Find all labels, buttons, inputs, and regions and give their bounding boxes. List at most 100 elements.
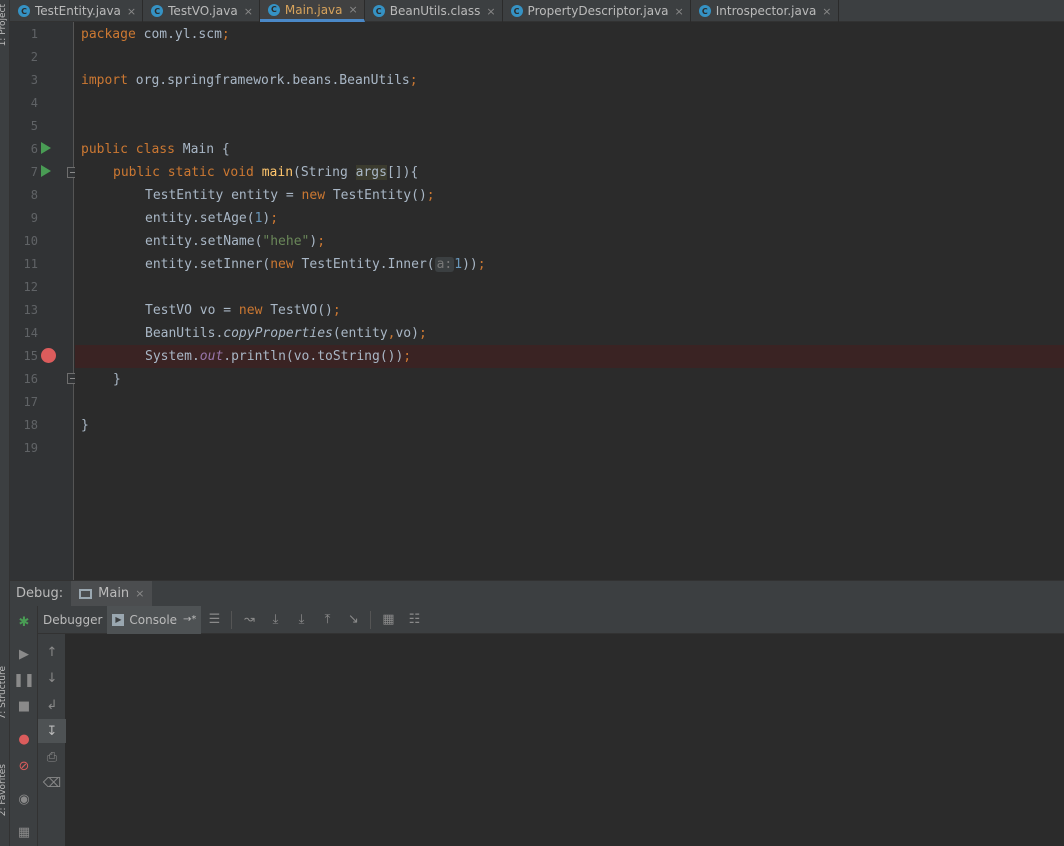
line-number: 14 [23, 326, 38, 340]
class-icon: C [18, 5, 30, 17]
mute-breakpoints-icon[interactable]: ⊘ [10, 754, 38, 778]
line-number: 5 [30, 119, 38, 133]
editor-gutter[interactable]: 1 2 3 4 5 6 7 8 9 10 11 12 13 14 15 16 1… [10, 22, 78, 580]
scroll-to-end-icon[interactable]: ↧ [38, 719, 66, 743]
tab-introspector[interactable]: C Introspector.java × [691, 0, 839, 22]
evaluate-expression-icon[interactable]: ▦ [375, 606, 401, 634]
line-number: 6 [30, 142, 38, 156]
restore-layout-icon[interactable]: →* [183, 614, 196, 625]
run-class-icon[interactable] [41, 142, 51, 154]
debug-tool-window-header: Debug: Main × [10, 580, 1064, 607]
line-number: 8 [30, 188, 38, 202]
tab-console[interactable]: ▶ Console →* [107, 605, 202, 634]
tab-label: TestVO.java [168, 4, 238, 18]
code-line-13: TestVO vo = new TestVO(); [145, 303, 341, 318]
line-number: 13 [23, 303, 38, 317]
step-into-icon[interactable]: ⤓ [288, 606, 314, 634]
trash-icon[interactable]: ⌫ [38, 771, 66, 795]
class-icon: C [372, 5, 385, 17]
debug-toolbar: Debugger ▶ Console →* ☰ ↝ ⤓ ⤓ ⤒ ↘ ▦ ☷ [38, 605, 1064, 634]
tab-beanutils[interactable]: C BeanUtils.class × [365, 0, 503, 22]
toolbar-separator [370, 610, 372, 629]
line-number: 7 [30, 165, 38, 179]
close-icon[interactable]: × [135, 587, 144, 600]
tab-main[interactable]: C Main.java × [259, 0, 365, 22]
toolbar-separator [231, 610, 233, 629]
tab-label: Main.java [284, 2, 343, 17]
parameter-hint: a: [434, 257, 455, 272]
line-number: 4 [30, 96, 38, 110]
code-line-15: System.out.println(vo.toString()); [145, 349, 412, 364]
debug-actions-toolbar: ✱ ▶ ❚❚ ■ ● ⊘ ◉ ▦ [10, 606, 38, 846]
breakpoint-icon[interactable] [41, 348, 56, 363]
class-icon: C [267, 3, 280, 16]
line-number: 17 [23, 395, 38, 409]
line-number: 18 [23, 418, 38, 432]
step-over-icon[interactable]: ⤓ [262, 606, 288, 634]
code-line-8: TestEntity entity = new TestEntity(); [145, 188, 435, 203]
trace-icon[interactable]: ☷ [401, 606, 427, 634]
tab-testvo[interactable]: C TestVO.java × [143, 0, 260, 22]
monitor-icon [79, 588, 93, 599]
code-line-6: public class Main { [81, 142, 230, 157]
arrow-down-icon[interactable]: ↓ [38, 666, 66, 690]
show-execution-point-icon[interactable]: ↝ [236, 606, 262, 634]
line-number: 12 [23, 280, 38, 294]
console-actions-toolbar: ↑ ↓ ↲ ↧ ⎙ ⌫ [38, 634, 66, 846]
line-number: 15 [23, 349, 38, 363]
line-number: 3 [30, 73, 38, 87]
close-icon[interactable]: × [244, 5, 253, 18]
close-icon[interactable]: × [675, 5, 684, 18]
arrow-up-icon[interactable]: ↑ [38, 640, 66, 664]
step-out-icon[interactable]: ⤒ [314, 606, 340, 634]
structure-tool-label[interactable]: 7: Structure [0, 666, 8, 720]
editor-tab-bar: C TestEntity.java × C TestVO.java × C Ma… [10, 0, 1064, 22]
stop-icon[interactable]: ■ [10, 694, 38, 718]
layout-icon[interactable]: ▦ [10, 820, 38, 844]
code-line-10: entity.setName("hehe"); [145, 234, 326, 249]
run-method-icon[interactable] [41, 165, 51, 177]
menu-icon[interactable]: ☰ [201, 606, 227, 634]
line-number: 11 [23, 257, 38, 271]
print-icon[interactable]: ⎙ [38, 745, 66, 769]
console-icon: ▶ [112, 613, 125, 626]
tab-label: TestEntity.java [35, 4, 121, 18]
debug-title: Debug: [16, 586, 64, 601]
debug-session-label: Main [98, 586, 130, 601]
tab-debugger[interactable]: Debugger [38, 606, 107, 634]
code-line-9: entity.setAge(1); [145, 211, 279, 226]
tab-label: Introspector.java [715, 4, 817, 18]
close-icon[interactable]: × [486, 5, 495, 18]
line-number: 2 [30, 50, 38, 64]
tab-testentity[interactable]: C TestEntity.java × [10, 0, 144, 22]
code-editor[interactable]: package com.yl.scm; import org.springfra… [75, 22, 1064, 580]
console-output[interactable] [66, 634, 1064, 846]
project-tool-label[interactable]: 1: Project [0, 4, 8, 46]
run-to-cursor-icon[interactable]: ↘ [340, 606, 366, 634]
class-icon: C [510, 5, 523, 17]
view-breakpoints-icon[interactable]: ● [10, 727, 38, 751]
line-number: 19 [23, 441, 38, 455]
tab-label: PropertyDescriptor.java [527, 4, 669, 18]
resume-icon[interactable]: ▶ [10, 642, 38, 666]
line-number: 1 [30, 27, 38, 41]
close-icon[interactable]: × [349, 3, 358, 16]
bug-icon[interactable]: ✱ [10, 610, 38, 634]
line-number: 9 [30, 211, 38, 225]
debug-session-tab[interactable]: Main × [71, 580, 153, 607]
camera-icon[interactable]: ◉ [10, 787, 38, 811]
left-tool-strip: 1: Project 7: Structure 2: Favorites [0, 0, 10, 846]
code-line-14: BeanUtils.copyProperties(entity,vo); [145, 326, 427, 341]
favorites-tool-label[interactable]: 2: Favorites [0, 764, 8, 816]
close-icon[interactable]: × [127, 5, 136, 18]
class-icon: C [698, 5, 711, 17]
soft-wrap-icon[interactable]: ↲ [38, 693, 66, 717]
code-line-18: } [81, 418, 89, 433]
code-line-1: package com.yl.scm; [81, 27, 230, 42]
code-line-3: import org.springframework.beans.BeanUti… [81, 73, 418, 88]
tab-propertydescriptor[interactable]: C PropertyDescriptor.java × [503, 0, 691, 22]
code-line-16: } [113, 372, 121, 387]
pause-icon[interactable]: ❚❚ [10, 668, 38, 692]
close-icon[interactable]: × [822, 5, 831, 18]
class-icon: C [151, 5, 164, 17]
